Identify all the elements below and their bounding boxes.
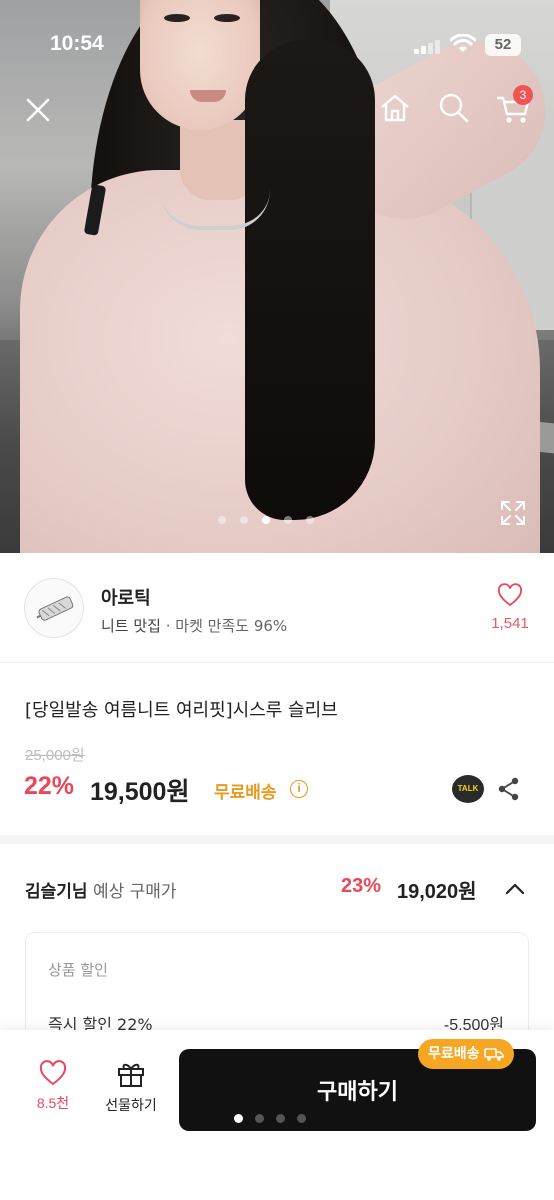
free-shipping-label: 무료배송 <box>214 783 277 803</box>
gift-button[interactable]: 선물하기 <box>96 1060 166 1115</box>
search-button[interactable] <box>436 90 472 126</box>
seller-like-button[interactable]: 1,541 <box>484 583 536 632</box>
search-icon <box>439 93 469 123</box>
wishlist-count: 8.5천 <box>36 1095 70 1111</box>
seller-section[interactable]: 아로틱 니트 맛집 · 마켓 만족도 96% 1,541 <box>0 553 554 663</box>
product-title: [당일발송 여름니트 여리핏]시스루 슬리브 <box>25 700 338 721</box>
status-bar: 10:54 52 <box>0 30 554 60</box>
free-shipping-badge-label: 무료배송 <box>428 1046 480 1062</box>
share-icon <box>498 777 519 801</box>
purchase-page-indicator <box>234 1114 306 1123</box>
close-button[interactable] <box>20 92 56 128</box>
gallery-dot <box>306 516 314 524</box>
share-button[interactable] <box>496 776 522 802</box>
gallery-dot <box>218 516 226 524</box>
wishlist-button[interactable]: 8.5천 <box>26 1060 80 1113</box>
heart-outline-icon <box>498 583 522 607</box>
home-icon <box>381 94 409 122</box>
heart-outline-icon <box>39 1060 67 1086</box>
gallery-dot-active <box>262 516 270 524</box>
close-icon <box>26 98 50 122</box>
purchase-bar: 8.5천 선물하기 구매하기 무료배송 <box>0 1030 554 1200</box>
seller-name[interactable]: 아로틱 <box>101 584 151 610</box>
sale-price: 19,500원 <box>90 778 190 806</box>
truck-icon <box>483 1048 504 1061</box>
battery-indicator: 52 <box>485 34 521 56</box>
product-summary: [당일발송 여름니트 여리핏]시스루 슬리브 25,000원 22% 19,50… <box>0 664 554 844</box>
info-icon[interactable]: i <box>290 780 308 798</box>
seller-tagline: 니트 맛집 <box>101 617 161 635</box>
gallery-page-indicator <box>218 514 314 526</box>
page-dot <box>255 1114 264 1123</box>
discount-heading: 상품 할인 <box>48 961 108 979</box>
gallery-dot <box>240 516 248 524</box>
seller-avatar[interactable] <box>24 578 84 638</box>
fullscreen-button[interactable] <box>497 497 529 529</box>
member-label: 예상 구매가 <box>87 882 177 902</box>
discount-percent: 22% <box>24 772 75 800</box>
member-price-row[interactable]: 김슬기님 예상 구매가 23% 19,020원 <box>0 853 554 933</box>
member-price-label: 김슬기님 예상 구매가 <box>25 877 177 902</box>
page-dot <box>276 1114 285 1123</box>
expand-icon <box>501 501 525 525</box>
free-shipping-badge: 무료배송 <box>418 1039 514 1069</box>
gift-icon <box>118 1063 144 1087</box>
collapse-button[interactable] <box>503 877 527 901</box>
wifi-icon <box>450 34 476 52</box>
page-dot-active <box>234 1114 243 1123</box>
seller-logo-icon <box>36 596 74 621</box>
product-image[interactable]: 10:54 52 3 <box>0 0 554 553</box>
seller-satisfaction: · 마켓 만족도 96% <box>165 617 288 635</box>
gallery-dot <box>284 516 292 524</box>
signal-icon <box>414 38 444 54</box>
home-button[interactable] <box>377 90 413 126</box>
member-expected-price: 19,020원 <box>397 881 477 903</box>
seller-like-count: 1,541 <box>491 615 529 632</box>
chevron-up-icon <box>505 883 525 895</box>
status-time: 10:54 <box>50 32 104 55</box>
kakao-talk-button[interactable]: TALK <box>452 775 484 803</box>
gift-label: 선물하기 <box>105 1097 157 1113</box>
original-price: 25,000원 <box>25 747 85 764</box>
seller-subtitle: 니트 맛집 · 마켓 만족도 96% <box>101 615 287 636</box>
cart-count-badge: 3 <box>513 85 533 105</box>
member-discount-percent: 23% <box>341 875 382 897</box>
member-name: 김슬기님 <box>25 882 88 902</box>
page-dot <box>297 1114 306 1123</box>
